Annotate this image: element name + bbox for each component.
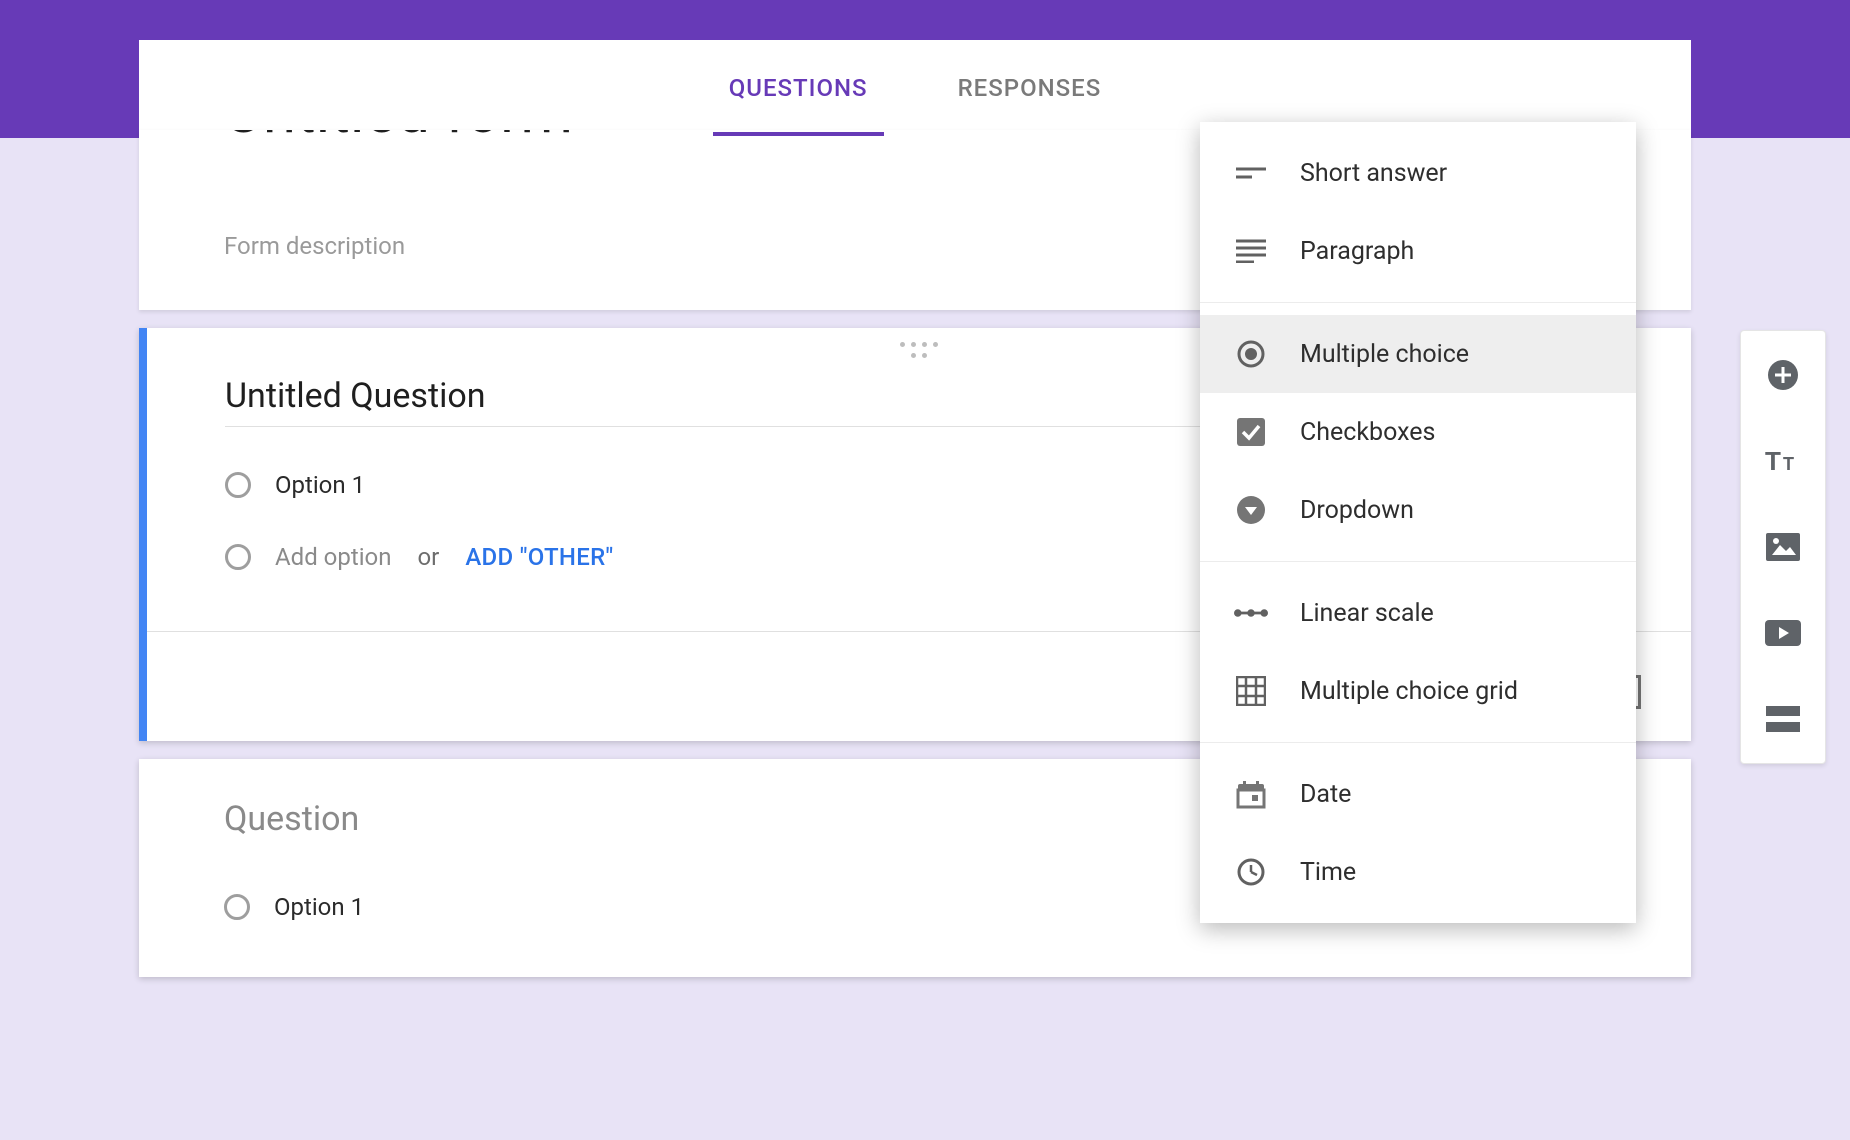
menu-label: Date bbox=[1300, 780, 1351, 809]
question-type-menu: Short answer Paragraph Multiple choice C… bbox=[1200, 122, 1636, 923]
svg-text:T: T bbox=[1765, 446, 1781, 476]
tab-responses[interactable]: RESPONSES bbox=[958, 40, 1102, 136]
drag-handle-icon[interactable] bbox=[899, 328, 939, 358]
menu-label: Short answer bbox=[1300, 159, 1447, 188]
radio-icon bbox=[224, 894, 250, 920]
add-section-icon[interactable] bbox=[1763, 699, 1803, 739]
clock-icon bbox=[1234, 855, 1268, 889]
radio-icon bbox=[225, 472, 251, 498]
add-other-button[interactable]: ADD "OTHER" bbox=[465, 543, 613, 571]
grid-icon bbox=[1234, 674, 1268, 708]
menu-item-date[interactable]: Date bbox=[1200, 755, 1636, 833]
checkbox-icon bbox=[1234, 415, 1268, 449]
menu-item-multiple-choice[interactable]: Multiple choice bbox=[1200, 315, 1636, 393]
menu-item-checkboxes[interactable]: Checkboxes bbox=[1200, 393, 1636, 471]
menu-item-time[interactable]: Time bbox=[1200, 833, 1636, 911]
calendar-icon bbox=[1234, 777, 1268, 811]
paragraph-icon bbox=[1234, 234, 1268, 268]
short-answer-icon bbox=[1234, 156, 1268, 190]
dropdown-icon bbox=[1234, 493, 1268, 527]
menu-label: Linear scale bbox=[1300, 599, 1434, 628]
tab-questions[interactable]: QUESTIONS bbox=[729, 40, 868, 136]
menu-label: Dropdown bbox=[1300, 496, 1414, 525]
add-question-icon[interactable] bbox=[1763, 355, 1803, 395]
or-text: or bbox=[417, 543, 439, 571]
option-label: Option 1 bbox=[274, 893, 364, 921]
add-option-button[interactable]: Add option bbox=[275, 543, 391, 571]
side-toolbar: TT bbox=[1740, 330, 1826, 764]
menu-item-short-answer[interactable]: Short answer bbox=[1200, 134, 1636, 212]
menu-label: Time bbox=[1300, 858, 1356, 887]
menu-label: Checkboxes bbox=[1300, 418, 1435, 447]
menu-item-dropdown[interactable]: Dropdown bbox=[1200, 471, 1636, 549]
add-video-icon[interactable] bbox=[1763, 613, 1803, 653]
menu-item-paragraph[interactable]: Paragraph bbox=[1200, 212, 1636, 290]
menu-label: Multiple choice bbox=[1300, 340, 1469, 369]
menu-item-mc-grid[interactable]: Multiple choice grid bbox=[1200, 652, 1636, 730]
menu-label: Multiple choice grid bbox=[1300, 677, 1518, 706]
add-title-icon[interactable]: TT bbox=[1763, 441, 1803, 481]
radio-icon bbox=[225, 544, 251, 570]
menu-label: Paragraph bbox=[1300, 237, 1414, 266]
option-label[interactable]: Option 1 bbox=[275, 471, 365, 499]
svg-text:T: T bbox=[1783, 454, 1794, 474]
menu-item-linear-scale[interactable]: Linear scale bbox=[1200, 574, 1636, 652]
radio-selected-icon bbox=[1234, 337, 1268, 371]
add-image-icon[interactable] bbox=[1763, 527, 1803, 567]
linear-scale-icon bbox=[1234, 596, 1268, 630]
